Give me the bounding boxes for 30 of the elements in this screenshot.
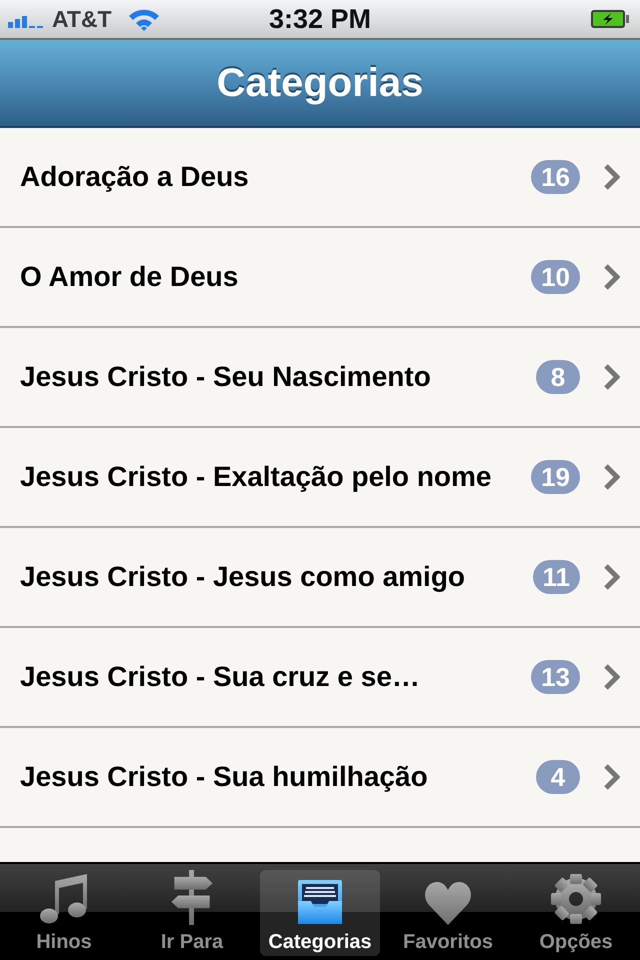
signal-bars-icon [8, 14, 46, 28]
tab-bar-item[interactable]: Opções [516, 870, 636, 956]
chevron-icon [604, 364, 620, 390]
count-badge: 10 [531, 260, 580, 294]
tab-bar-item[interactable]: Favoritos [388, 870, 508, 956]
chevron-icon [604, 664, 620, 690]
music-note-icon [40, 873, 88, 925]
chevron-icon [604, 564, 620, 590]
tab-bar-item[interactable]: Hinos [4, 870, 124, 956]
file-tray-icon [296, 879, 344, 925]
count-badge: 19 [531, 460, 580, 494]
wifi-icon [128, 7, 160, 31]
chevron-icon [604, 464, 620, 490]
chevron-icon [604, 764, 620, 790]
chevron-icon [604, 164, 620, 190]
chevron-icon [604, 264, 620, 290]
nav-title: Categorias [216, 60, 424, 106]
carrier-name: AT&T [52, 6, 112, 32]
count-badge: 11 [532, 560, 580, 594]
tab-bar-item[interactable]: Ir Para [132, 870, 252, 956]
status-time: 3:32 PM [268, 4, 372, 34]
heart-icon [424, 881, 472, 925]
battery-icon [590, 9, 630, 29]
signpost-icon [170, 870, 214, 925]
settings-icon [550, 873, 602, 925]
count-badge: 13 [531, 660, 580, 694]
count-badge: 4 [536, 760, 580, 794]
tab-bar-item[interactable]: Categorias [260, 870, 380, 956]
count-badge: 16 [531, 160, 580, 194]
count-badge: 8 [536, 360, 580, 394]
